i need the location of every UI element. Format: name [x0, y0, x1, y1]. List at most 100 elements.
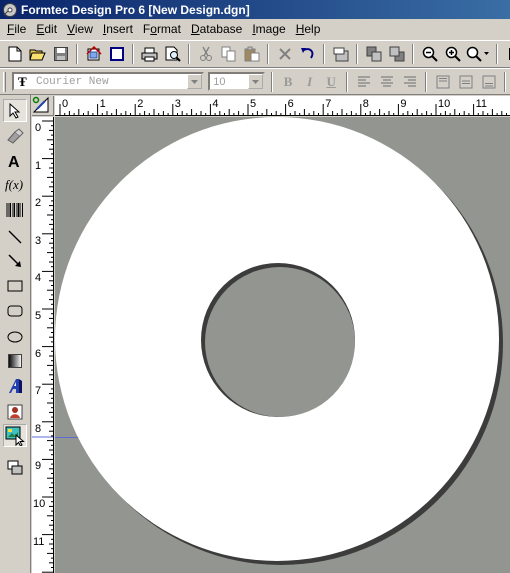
app-icon[interactable]: [2, 2, 18, 18]
menu-bar: File Edit View Insert Format Database Image Hel…: [0, 19, 510, 39]
toolbar-separator: [271, 71, 274, 92]
copy-button[interactable]: [217, 43, 240, 65]
arrow-tool-icon[interactable]: [3, 249, 27, 272]
underline-label: U: [326, 73, 336, 89]
undo-button[interactable]: [296, 43, 319, 65]
first-page-icon[interactable]: [502, 43, 510, 65]
bring-forward-button[interactable]: [362, 43, 385, 65]
shape-edit-tool-icon[interactable]: [3, 124, 27, 147]
group-tool-icon[interactable]: [3, 456, 27, 479]
bold-button[interactable]: B: [277, 71, 299, 93]
menu-label-part: rmat: [156, 22, 181, 36]
valign-bottom-icon[interactable]: [477, 71, 500, 93]
ruler-label: 1: [99, 98, 106, 110]
print-preview-button[interactable]: [161, 43, 184, 65]
image-frame-tool-icon[interactable]: [3, 424, 27, 447]
send-backward-button[interactable]: [385, 43, 408, 65]
menu-accelerator: V: [67, 22, 75, 36]
align-right-icon[interactable]: [398, 71, 421, 93]
bold-label: B: [283, 73, 293, 89]
properties-button[interactable]: [329, 43, 352, 65]
toolbar-separator: [412, 44, 414, 64]
menu-item[interactable]: Edit: [31, 19, 62, 39]
window-title: Formtec Design Pro 6 [New Design.dgn]: [21, 2, 250, 17]
title-bar[interactable]: Formtec Design Pro 6 [New Design.dgn]: [0, 0, 510, 19]
italic-button[interactable]: I: [299, 71, 321, 93]
toolbar-separator: [188, 44, 190, 64]
ruler-label: 2: [137, 98, 144, 110]
paste-button[interactable]: [240, 43, 263, 65]
delete-button[interactable]: [273, 43, 296, 65]
print-button[interactable]: [138, 43, 161, 65]
toolbar-grip[interactable]: [3, 71, 6, 92]
zoom-out-icon[interactable]: [418, 43, 441, 65]
menu-item[interactable]: Insert: [98, 19, 138, 39]
gradient-tool-icon[interactable]: [3, 349, 27, 372]
ruler-label: 6: [35, 347, 42, 360]
menu-label-part: ile: [14, 22, 27, 36]
standard-toolbar: [0, 40, 510, 68]
toolbar-separator: [496, 44, 498, 64]
ruler-label: 5: [35, 310, 42, 322]
rounded-rectangle-tool-icon[interactable]: [3, 299, 27, 322]
design-canvas[interactable]: [55, 117, 510, 573]
text-tool-icon[interactable]: A: [3, 149, 27, 172]
picture-tool-icon[interactable]: [3, 400, 27, 423]
ellipse-tool-icon[interactable]: [3, 325, 27, 348]
menu-accelerator: o: [150, 22, 157, 36]
align-left-icon[interactable]: [352, 71, 375, 93]
ruler-label: 11: [33, 535, 45, 548]
menu-label-part: dit: [44, 22, 58, 36]
formula-tool-icon[interactable]: f(x): [3, 173, 27, 196]
underline-button[interactable]: U: [320, 71, 342, 93]
app-window: Formtec Design Pro 6 [New Design.dgn] Fi…: [0, 0, 510, 573]
toolbar-separator: [356, 44, 358, 64]
zoom-menu-icon[interactable]: [464, 43, 492, 65]
toolbar-separator: [267, 44, 269, 64]
line-tool-icon[interactable]: [3, 225, 27, 248]
toolbar-separator: [76, 44, 78, 64]
menu-item[interactable]: Image: [247, 19, 290, 39]
menu-label-part: iew: [74, 22, 93, 36]
menu-item[interactable]: File: [2, 19, 31, 39]
pointer-tool-icon[interactable]: [3, 99, 27, 122]
toolbar-separator: [346, 71, 348, 92]
valign-middle-icon[interactable]: [454, 71, 477, 93]
horizontal-ruler[interactable]: 0 1 2 3 4 5 6 7 8 9 10 11: [55, 96, 510, 116]
vertical-ruler[interactable]: 0 1 2 3 4 5 6 7 8 9 10 11: [32, 117, 54, 573]
ruler-label: 1: [35, 159, 42, 172]
tool-palette: A f(x): [0, 95, 31, 573]
rectangle-tool-icon[interactable]: [3, 274, 27, 297]
font-name-value: Courier New: [35, 75, 109, 88]
menu-item[interactable]: Database: [186, 19, 247, 39]
ruler-label: 5: [250, 98, 257, 110]
valign-top-icon[interactable]: [431, 71, 454, 93]
barcode-tool-icon[interactable]: [3, 198, 27, 221]
toolbar-separator: [504, 71, 506, 92]
menu-item[interactable]: View: [62, 19, 98, 39]
save-button[interactable]: [49, 43, 72, 65]
menu-item[interactable]: Format: [138, 19, 186, 39]
menu-item[interactable]: Help: [291, 19, 326, 39]
ruler-label: 0: [62, 98, 69, 110]
new-file-button[interactable]: [3, 43, 26, 65]
font-size-select[interactable]: 10: [208, 72, 266, 91]
ruler-label: 6: [287, 98, 294, 110]
cut-button[interactable]: [194, 43, 217, 65]
menu-label-part: atabase: [199, 22, 243, 36]
word-art-tool-icon[interactable]: [3, 374, 27, 397]
open-folder-button[interactable]: [26, 43, 49, 65]
cd-center-hole: [205, 267, 355, 417]
menu-label-part: elp: [304, 22, 321, 36]
zoom-in-icon[interactable]: [441, 43, 464, 65]
font-dropdown-button[interactable]: [187, 74, 203, 89]
ruler-label: 10: [33, 498, 46, 510]
align-center-icon[interactable]: [375, 71, 398, 93]
page-setup-button[interactable]: [82, 43, 105, 65]
ruler-origin-icon[interactable]: [32, 96, 54, 116]
font-size-dropdown-button[interactable]: [248, 74, 264, 89]
font-name-select[interactable]: Ŧ Courier New: [11, 72, 205, 91]
page-frame-button[interactable]: [105, 43, 128, 65]
svg-text:f(x): f(x): [5, 177, 23, 192]
ruler-label: 3: [174, 98, 181, 110]
